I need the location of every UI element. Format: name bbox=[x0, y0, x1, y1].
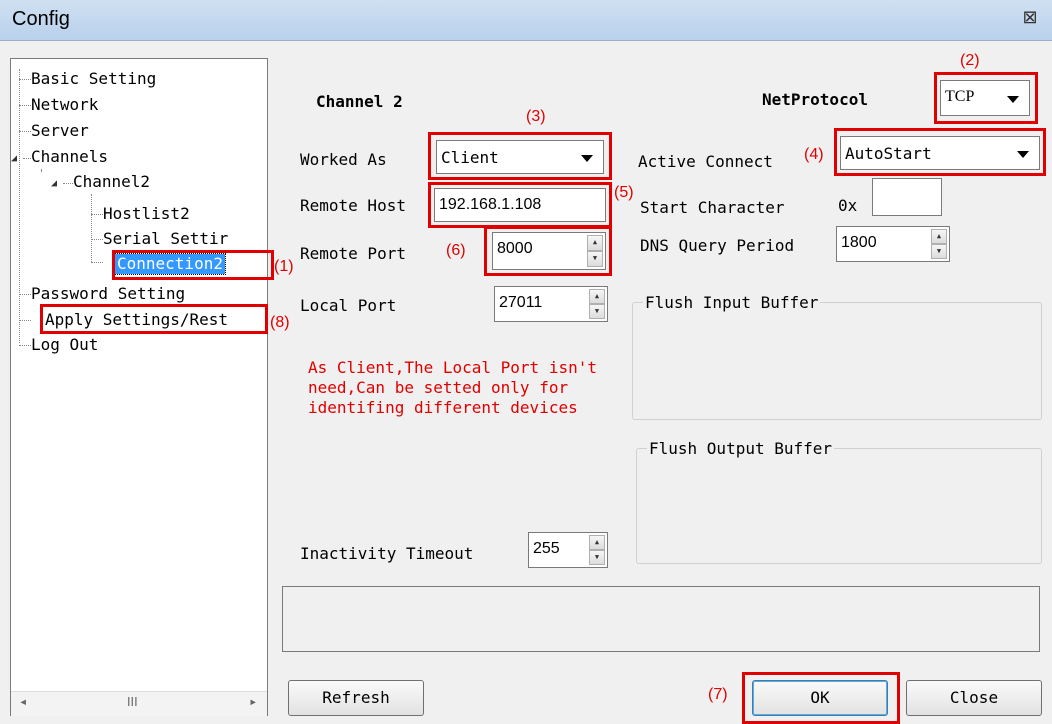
expand-triangle-icon[interactable]: ◢ bbox=[51, 178, 57, 189]
status-panel bbox=[282, 586, 1040, 652]
spin-up-icon[interactable]: ▲ bbox=[587, 235, 603, 251]
spin-down-icon[interactable]: ▼ bbox=[589, 304, 605, 319]
local-port-label: Local Port bbox=[300, 296, 397, 315]
annotation-box-8 bbox=[40, 304, 268, 334]
spin-down-icon[interactable]: ▼ bbox=[589, 550, 605, 565]
remote-port-spinner[interactable]: 8000 ▲ ▼ bbox=[492, 232, 606, 270]
annotation-label-5: (5) bbox=[614, 184, 634, 201]
tree-item-server[interactable]: Server bbox=[31, 121, 89, 141]
annotation-label-1: (1) bbox=[274, 258, 294, 275]
remote-port-label: Remote Port bbox=[300, 244, 406, 263]
spin-up-icon[interactable]: ▲ bbox=[931, 229, 947, 244]
config-window: Config ⊠ Basic Setting Network Server ◢ … bbox=[0, 0, 1052, 724]
spin-up-icon[interactable]: ▲ bbox=[589, 289, 605, 304]
dns-query-label: DNS Query Period bbox=[640, 236, 795, 255]
tree-item-channels[interactable]: Channels bbox=[31, 147, 108, 167]
active-connect-select[interactable]: AutoStart bbox=[840, 136, 1040, 170]
spinner-arrows[interactable]: ▲ ▼ bbox=[589, 535, 605, 565]
active-connect-label: Active Connect bbox=[638, 152, 773, 171]
title-bar: Config ⊠ bbox=[0, 0, 1052, 41]
annotation-label-8: (8) bbox=[270, 314, 290, 331]
close-icon[interactable]: ⊠ bbox=[1018, 6, 1042, 30]
tree-item-basic-setting[interactable]: Basic Setting bbox=[31, 69, 156, 89]
annotation-box-1 bbox=[112, 250, 274, 280]
worked-as-select[interactable]: Client bbox=[436, 140, 604, 174]
tree-item-hostlist2[interactable]: Hostlist2 bbox=[103, 204, 190, 224]
flush-output-group: Flush Output Buffer bbox=[636, 439, 1042, 564]
chevron-down-icon bbox=[1007, 96, 1019, 103]
scroll-left-icon[interactable]: ◂ bbox=[19, 694, 27, 710]
client-note: As Client,The Local Port isn't need,Can … bbox=[308, 358, 597, 417]
spinner-arrows[interactable]: ▲ ▼ bbox=[931, 229, 947, 259]
net-protocol-select[interactable]: TCP bbox=[940, 80, 1030, 116]
chevron-down-icon bbox=[581, 155, 593, 162]
inactivity-timeout-spinner[interactable]: 255 ▲ ▼ bbox=[528, 532, 608, 568]
ok-button[interactable]: OK bbox=[752, 680, 888, 716]
tree-item-log-out[interactable]: Log Out bbox=[31, 335, 98, 355]
refresh-button[interactable]: Refresh bbox=[288, 680, 424, 716]
worked-as-label: Worked As bbox=[300, 150, 387, 169]
start-character-label: Start Character bbox=[640, 198, 785, 217]
tree-item-password-setting[interactable]: Password Setting bbox=[31, 284, 185, 304]
spinner-arrows[interactable]: ▲ ▼ bbox=[589, 289, 605, 319]
tree-horizontal-scrollbar[interactable]: ◂ III ▸ bbox=[11, 691, 267, 716]
local-port-spinner[interactable]: 27011 ▲ ▼ bbox=[494, 286, 608, 322]
tree-item-channel2[interactable]: Channel2 bbox=[73, 172, 150, 192]
annotation-label-3: (3) bbox=[526, 108, 546, 125]
channel-title: Channel 2 bbox=[316, 92, 403, 111]
flush-output-label: Flush Output Buffer bbox=[647, 439, 835, 458]
annotation-label-4: (4) bbox=[804, 146, 824, 163]
flush-input-label: Flush Input Buffer bbox=[643, 293, 821, 312]
inactivity-timeout-label: Inactivity Timeout bbox=[300, 544, 474, 563]
dns-query-spinner[interactable]: 1800 ▲ ▼ bbox=[836, 226, 950, 262]
start-character-prefix: 0x bbox=[838, 196, 858, 215]
net-protocol-label: NetProtocol bbox=[762, 90, 868, 109]
scroll-thumb[interactable]: III bbox=[127, 695, 138, 709]
expand-triangle-icon[interactable]: ◢ bbox=[11, 153, 17, 164]
spin-up-icon[interactable]: ▲ bbox=[589, 535, 605, 550]
spin-down-icon[interactable]: ▼ bbox=[931, 244, 947, 259]
flush-input-group: Flush Input Buffer bbox=[632, 293, 1042, 420]
window-title: Config bbox=[12, 8, 70, 30]
remote-host-input[interactable]: 192.168.1.108 bbox=[434, 188, 606, 222]
remote-host-label: Remote Host bbox=[300, 196, 406, 215]
spin-down-icon[interactable]: ▼ bbox=[587, 251, 603, 267]
scroll-right-icon[interactable]: ▸ bbox=[249, 694, 257, 710]
tree-item-serial-settings[interactable]: Serial Settir bbox=[103, 229, 228, 249]
close-button[interactable]: Close bbox=[906, 680, 1042, 716]
settings-tree[interactable]: Basic Setting Network Server ◢ Channels … bbox=[10, 58, 268, 716]
annotation-label-6: (6) bbox=[446, 242, 466, 259]
spinner-arrows[interactable]: ▲ ▼ bbox=[587, 235, 603, 267]
chevron-down-icon bbox=[1017, 151, 1029, 158]
start-character-input[interactable] bbox=[872, 178, 942, 216]
annotation-label-7: (7) bbox=[708, 686, 728, 703]
tree-item-network[interactable]: Network bbox=[31, 95, 98, 115]
annotation-label-2: (2) bbox=[960, 52, 980, 69]
